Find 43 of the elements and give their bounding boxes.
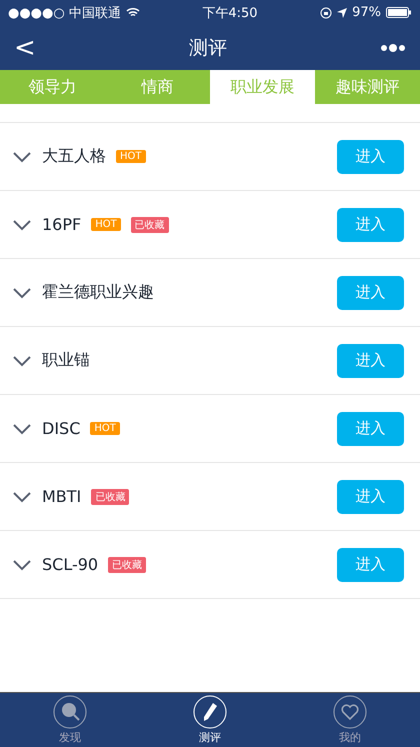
test-name: 霍兰德职业兴趣 (42, 282, 154, 303)
rotation-lock-icon (320, 6, 332, 18)
pencil-icon (193, 695, 227, 729)
bottom-tab[interactable]: 测评 (170, 693, 250, 747)
more-icon[interactable] (380, 42, 406, 52)
chevron-down-icon[interactable] (12, 490, 32, 502)
test-name: DISC (42, 419, 80, 438)
location-icon (337, 8, 348, 18)
enter-button[interactable]: 进入 (337, 480, 404, 514)
enter-button[interactable]: 进入 (337, 208, 404, 242)
enter-button[interactable]: 进入 (337, 140, 404, 174)
hot-badge: HOT (91, 218, 121, 231)
battery-icon (386, 7, 412, 18)
clock: 下午4:50 (202, 4, 258, 22)
enter-button[interactable]: 进入 (337, 344, 404, 378)
back-button[interactable]: < (14, 32, 36, 62)
chevron-down-icon[interactable] (12, 218, 32, 230)
enter-button[interactable]: 进入 (337, 276, 404, 310)
bottom-tab[interactable]: 发现 (30, 693, 110, 747)
saved-badge: 已收藏 (91, 488, 130, 504)
search-icon (53, 695, 87, 729)
carrier: ●●●●○ 中国联通 (8, 4, 121, 22)
wifi-icon (126, 7, 140, 18)
test-name: 大五人格 (42, 146, 106, 167)
bottom-tab[interactable]: 我的 (310, 693, 390, 747)
saved-badge: 已收藏 (108, 556, 146, 572)
chevron-down-icon[interactable] (12, 286, 32, 298)
enter-button[interactable]: 进入 (337, 412, 404, 446)
battery-percent: 97% (352, 5, 381, 20)
page-title: 测评 (188, 36, 227, 60)
chevron-down-icon[interactable] (12, 422, 32, 434)
hot-badge: HOT (116, 150, 146, 163)
saved-badge: 已收藏 (130, 216, 169, 232)
test-name: 职业锚 (42, 350, 90, 371)
chevron-down-icon[interactable] (12, 558, 32, 570)
chevron-down-icon[interactable] (12, 150, 32, 162)
test-name: 16PF (42, 215, 82, 234)
chevron-down-icon[interactable] (12, 354, 32, 366)
test-name: SCL-90 (42, 555, 98, 574)
test-name: MBTI (42, 487, 82, 506)
enter-button[interactable]: 进入 (337, 548, 404, 582)
category-tab[interactable]: 职业发展 (210, 70, 315, 104)
hot-badge: HOT (90, 422, 120, 435)
